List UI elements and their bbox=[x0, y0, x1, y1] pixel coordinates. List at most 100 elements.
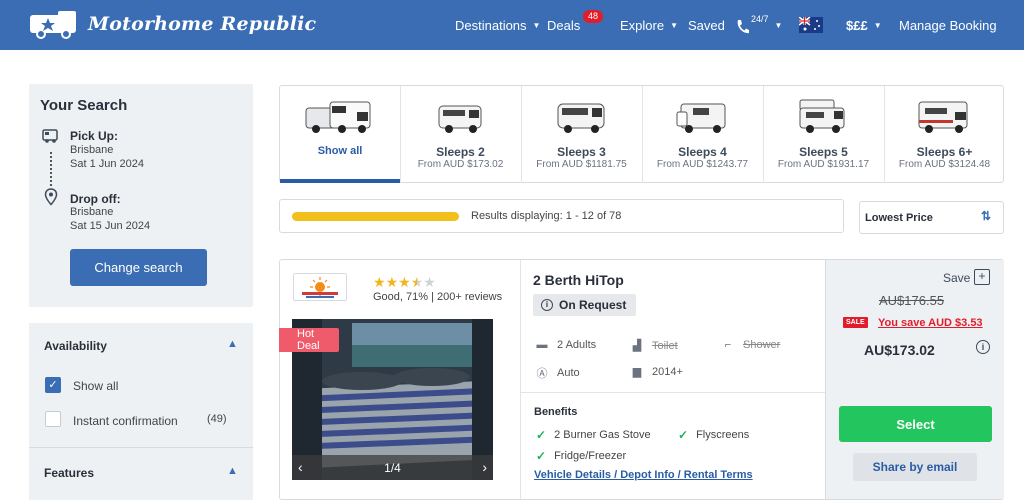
phone-icon bbox=[737, 20, 749, 34]
benefit-item: ✓ Flyscreens bbox=[678, 428, 749, 442]
availability-heading[interactable]: Availability bbox=[44, 339, 107, 353]
show-all-label[interactable]: Show all bbox=[73, 379, 118, 393]
deals-count-badge: 48 bbox=[583, 10, 604, 23]
tab-sleeps-3-label: Sleeps 3 bbox=[557, 145, 606, 159]
results-status-bar: Results displaying: 1 - 12 of 78 bbox=[279, 199, 844, 233]
instant-confirmation-count: (49) bbox=[207, 413, 227, 425]
search-summary: Your Search Pick Up: Brisbane Sat 1 Jun … bbox=[29, 84, 253, 307]
nav-explore[interactable]: Explore ▼ bbox=[620, 0, 678, 50]
country-selector[interactable] bbox=[799, 0, 823, 50]
tab-sleeps-6-plus[interactable]: Sleeps 6+ From AUD $3124.48 bbox=[884, 86, 1004, 183]
chevron-up-icon[interactable]: ▲ bbox=[227, 465, 238, 477]
savings-text[interactable]: You save AUD $3.53 bbox=[878, 317, 983, 329]
show-all-checkbox[interactable]: ✓ bbox=[45, 377, 61, 393]
vehicle-details-link[interactable]: Vehicle Details / Depot Info / Rental Te… bbox=[534, 469, 753, 481]
feature-shower-text: Shower bbox=[743, 339, 781, 351]
feature-shower: ⌐ Shower bbox=[721, 339, 781, 351]
listing-card: ★★★★★ Good, 71% | 200+ reviews Hot Deal … bbox=[279, 259, 1004, 500]
motorhome-4-berth-icon bbox=[676, 103, 725, 133]
features-heading[interactable]: Features bbox=[44, 466, 94, 480]
chevron-down-icon: ▼ bbox=[873, 20, 882, 30]
star-icon: ★ bbox=[423, 274, 436, 290]
instant-confirmation-checkbox[interactable] bbox=[45, 411, 61, 427]
currency-label: $££ bbox=[846, 17, 868, 33]
dropoff-location: Brisbane bbox=[70, 206, 114, 218]
save-plus-icon[interactable]: + bbox=[974, 269, 990, 285]
nav-saved[interactable]: Saved bbox=[688, 0, 725, 50]
logo[interactable]: Motorhome Republic bbox=[28, 9, 316, 39]
tab-sleeps-3-price: From AUD $1181.75 bbox=[536, 159, 627, 170]
share-by-email-button[interactable]: Share by email bbox=[853, 453, 977, 481]
sort-arrows-icon: ⇅ bbox=[981, 209, 992, 223]
photo-carousel-controls: ‹ 1/4 › bbox=[292, 455, 493, 480]
benefit-text: 2 Burner Gas Stove bbox=[554, 429, 651, 441]
chevron-right-icon[interactable]: › bbox=[482, 459, 487, 475]
rating-text[interactable]: Good, 71% | 200+ reviews bbox=[373, 291, 502, 303]
feature-transmission-text: Auto bbox=[557, 367, 580, 379]
feature-transmission: Ⓐ Auto bbox=[535, 365, 580, 381]
benefit-item: ✓ Fridge/Freezer bbox=[536, 449, 626, 463]
pickup-date: Sat 1 Jun 2024 bbox=[70, 158, 145, 170]
tab-sleeps-6-plus-price: From AUD $3124.48 bbox=[898, 159, 991, 170]
tab-sleeps-6-plus-label: Sleeps 6+ bbox=[916, 145, 973, 159]
chevron-down-icon: ▼ bbox=[670, 20, 678, 30]
results-progress-bar bbox=[292, 212, 459, 221]
filter-panel: Availability ▲ ✓ Show all Instant confir… bbox=[29, 323, 253, 500]
availability-badge: i On Request bbox=[533, 294, 636, 316]
nav-support[interactable]: 24/7 ▼ bbox=[735, 0, 782, 50]
search-title: Your Search bbox=[40, 97, 128, 114]
original-price: AU$176.55 bbox=[879, 293, 945, 308]
tab-show-all[interactable]: Show all bbox=[280, 86, 400, 183]
price-panel: Save + AU$176.55 SALE You save AUD $3.53… bbox=[825, 260, 1004, 499]
card-divider bbox=[520, 260, 521, 499]
active-tab-indicator bbox=[280, 179, 400, 183]
van-icon bbox=[42, 129, 58, 143]
star-icon: ★ bbox=[398, 274, 411, 290]
motorhome-5-berth-icon bbox=[799, 99, 844, 133]
chevron-up-icon[interactable]: ▲ bbox=[227, 338, 238, 350]
feature-adults: ▬ 2 Adults bbox=[535, 339, 597, 351]
bed-icon: ▬ bbox=[536, 339, 548, 351]
map-pin-icon bbox=[44, 188, 58, 206]
dropoff-label: Drop off: bbox=[70, 192, 121, 206]
nav-destinations-label: Destinations bbox=[455, 17, 527, 33]
currency-selector[interactable]: $££ ▼ bbox=[846, 0, 882, 50]
vehicle-year-icon: ▆ bbox=[632, 366, 642, 378]
save-label[interactable]: Save bbox=[943, 271, 970, 285]
tab-sleeps-3[interactable]: Sleeps 3 From AUD $1181.75 bbox=[521, 86, 641, 183]
tab-sleeps-5[interactable]: Sleeps 5 From AUD $1931.17 bbox=[763, 86, 883, 183]
tab-sleeps-2-label: Sleeps 2 bbox=[436, 145, 485, 159]
tab-show-all-label: Show all bbox=[317, 145, 363, 157]
dropoff-date: Sat 15 Jun 2024 bbox=[70, 220, 151, 232]
hot-deal-tag: Hot Deal bbox=[279, 328, 339, 352]
benefit-text: Flyscreens bbox=[696, 429, 750, 441]
vehicle-title[interactable]: 2 Berth HiTop bbox=[533, 272, 624, 288]
australia-flag-icon bbox=[799, 17, 823, 33]
benefits-title: Benefits bbox=[534, 406, 578, 418]
supplier-logo bbox=[293, 273, 347, 301]
select-button[interactable]: Select bbox=[839, 406, 992, 442]
supplier-sun-logo-icon bbox=[302, 277, 338, 298]
sort-label: Lowest Price bbox=[865, 212, 933, 224]
sort-dropdown[interactable]: Lowest Price ⇅ bbox=[859, 201, 1004, 234]
tab-sleeps-2[interactable]: Sleeps 2 From AUD $173.02 bbox=[400, 86, 520, 183]
manage-booking-link[interactable]: Manage Booking bbox=[899, 0, 997, 50]
instant-confirmation-label[interactable]: Instant confirmation bbox=[73, 414, 178, 428]
nav-deals[interactable]: Deals bbox=[547, 0, 580, 50]
benefit-text: Fridge/Freezer bbox=[554, 450, 627, 462]
results-progress-fill bbox=[292, 212, 459, 221]
tab-sleeps-4[interactable]: Sleeps 4 From AUD $1243.77 bbox=[642, 86, 762, 183]
pickup-location: Brisbane bbox=[70, 144, 114, 156]
chevron-down-icon: ▼ bbox=[532, 20, 541, 30]
star-icon: ★ bbox=[373, 274, 386, 290]
logo-text: Motorhome Republic bbox=[88, 13, 317, 35]
nav-destinations[interactable]: Destinations ▼ bbox=[455, 0, 540, 50]
chevron-down-icon: ▼ bbox=[774, 20, 783, 30]
rating-stars: ★★★★★ bbox=[373, 274, 436, 291]
price-info-icon[interactable]: i bbox=[976, 340, 990, 354]
feature-adults-text: 2 Adults bbox=[557, 339, 597, 351]
motorhome-logo-icon bbox=[30, 11, 76, 39]
pickup-label: Pick Up: bbox=[70, 129, 119, 143]
change-search-button[interactable]: Change search bbox=[70, 249, 207, 286]
info-icon: i bbox=[541, 299, 553, 311]
